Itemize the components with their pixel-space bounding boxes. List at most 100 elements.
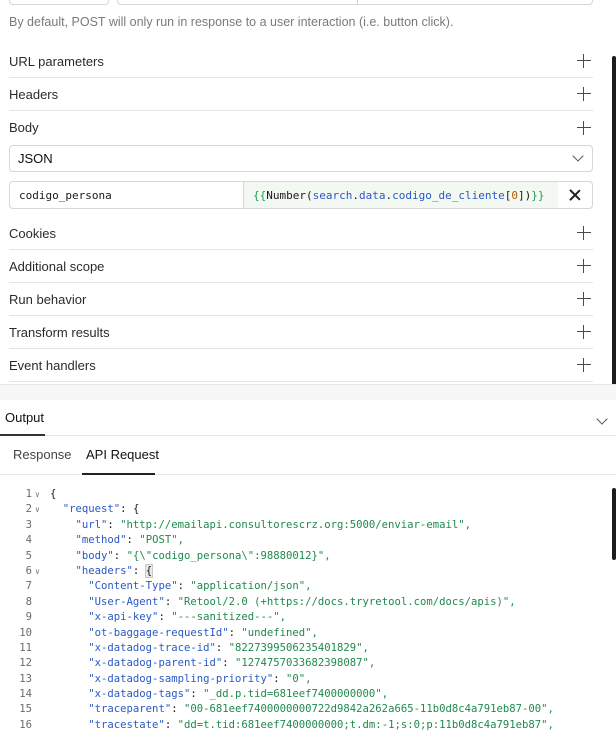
post-run-note: By default, POST will only run in respon… bbox=[9, 15, 454, 29]
section-event-handlers[interactable]: Event handlers bbox=[9, 349, 593, 382]
output-tabs: Response API Request bbox=[0, 437, 616, 475]
output-tab-indicator bbox=[0, 434, 45, 436]
editor-scrollbar[interactable] bbox=[612, 56, 616, 392]
body-param-value[interactable]: {{ Number(search. data. codigo_de_cliente[… bbox=[244, 182, 558, 208]
body-type-select[interactable]: JSON bbox=[9, 145, 593, 172]
remove-param-button[interactable] bbox=[558, 182, 592, 208]
code-line: 3 "url": "http://emailapi.consultorescrz… bbox=[0, 518, 612, 533]
api-request-code: 1 ∨{2 ∨ "request": {3 "url": "http://email… bbox=[0, 487, 612, 733]
plus-icon[interactable] bbox=[577, 226, 591, 240]
chevron-down-icon bbox=[572, 150, 584, 162]
fold-chevron-icon[interactable]: ∨ bbox=[35, 502, 40, 517]
line-number: 6 bbox=[25, 564, 32, 577]
section-url-parameters[interactable]: URL parameters bbox=[9, 45, 593, 78]
section-label: Transform results bbox=[9, 324, 110, 340]
section-label: Event handlers bbox=[9, 357, 96, 373]
template-open: {{ bbox=[253, 188, 267, 202]
line-number: 1 bbox=[25, 488, 32, 500]
code-text: { bbox=[50, 488, 57, 500]
section-additional-scope[interactable]: Additional scope bbox=[9, 250, 593, 283]
resource-input[interactable] bbox=[117, 0, 357, 5]
template-prop: data bbox=[358, 188, 386, 202]
panel-divider[interactable] bbox=[0, 384, 616, 400]
section-label: Cookies bbox=[9, 225, 56, 241]
plus-icon[interactable] bbox=[577, 54, 591, 68]
code-line: 8 "User-Agent": "Retool/2.0 (+https://do… bbox=[0, 595, 612, 610]
code-line: 2 ∨ "request": { bbox=[0, 502, 612, 517]
section-label: Body bbox=[9, 120, 39, 135]
line-number: 4 bbox=[25, 534, 32, 547]
code-text: "x-datadog-parent-id": "1274757033682398… bbox=[88, 657, 376, 670]
line-number: 9 bbox=[25, 611, 32, 624]
line-number: 15 bbox=[19, 703, 32, 716]
output-header: Output bbox=[0, 400, 616, 436]
section-run-behavior[interactable]: Run behavior bbox=[9, 283, 593, 316]
line-number: 16 bbox=[19, 718, 32, 731]
section-transform-results[interactable]: Transform results bbox=[9, 316, 593, 349]
line-number: 10 bbox=[19, 626, 32, 639]
template-prop: codigo_de_cliente bbox=[392, 188, 505, 202]
output-scrollbar[interactable] bbox=[612, 488, 616, 560]
plus-icon[interactable] bbox=[577, 325, 591, 339]
section-label: Headers bbox=[9, 86, 59, 102]
code-text: "x-datadog-tags": "_dd.p.tid=681eef74000… bbox=[88, 688, 389, 701]
chevron-down-icon bbox=[596, 413, 608, 425]
line-number: 5 bbox=[25, 549, 32, 562]
template-bracket: [ bbox=[504, 188, 512, 202]
section-cookies[interactable]: Cookies bbox=[9, 217, 593, 250]
template-dot: . bbox=[385, 188, 393, 202]
template-close: }} bbox=[531, 188, 545, 202]
active-tab-indicator bbox=[82, 473, 155, 475]
code-line: 4 "method": "POST", bbox=[0, 533, 612, 548]
line-number: 2 bbox=[25, 503, 32, 516]
section-body[interactable]: Body bbox=[9, 111, 593, 144]
code-line: 15 "traceparent": "00-681eef740000000072… bbox=[0, 702, 612, 717]
code-line: 7 "Content-Type": "application/json", bbox=[0, 579, 612, 594]
fold-chevron-icon[interactable]: ∨ bbox=[35, 487, 40, 502]
code-line: 1 ∨ { bbox=[0, 487, 612, 502]
plus-icon[interactable] bbox=[577, 87, 591, 101]
code-line: 16 "tracestate": "dd=t.tid:681eef7400000… bbox=[0, 718, 612, 733]
line-number: 3 bbox=[25, 518, 32, 531]
tab-api-request[interactable]: API Request bbox=[86, 447, 159, 462]
method-select[interactable] bbox=[9, 0, 109, 5]
section-headers[interactable]: Headers bbox=[9, 78, 593, 111]
template-index: 0 bbox=[511, 188, 518, 202]
code-line: 10 "ot-baggage-requestId": "undefined", bbox=[0, 626, 612, 641]
url-input[interactable] bbox=[357, 0, 593, 5]
fold-chevron-icon[interactable]: ∨ bbox=[35, 564, 40, 579]
line-number: 8 bbox=[25, 595, 32, 608]
code-line: 6 ∨ "headers": { bbox=[0, 563, 612, 579]
body-param-row: codigo_persona {{ Number(search. data. cod… bbox=[9, 181, 593, 209]
code-text: "ot-baggage-requestId": "undefined", bbox=[88, 626, 318, 639]
output-title[interactable]: Output bbox=[5, 410, 44, 425]
plus-icon[interactable] bbox=[577, 259, 591, 273]
code-text: "traceparent": "00-681eef7400000000722d9… bbox=[88, 703, 554, 716]
code-text: "method": "POST", bbox=[75, 534, 184, 547]
tab-response[interactable]: Response bbox=[13, 447, 72, 462]
code-line: 13 "x-datadog-sampling-priority": "0", bbox=[0, 672, 612, 687]
line-number: 11 bbox=[19, 641, 32, 654]
body-param-key[interactable]: codigo_persona bbox=[10, 182, 244, 208]
code-text: "x-datadog-sampling-priority": "0", bbox=[88, 672, 312, 685]
code-text: "request": { bbox=[62, 503, 140, 516]
section-label: URL parameters bbox=[9, 53, 104, 69]
line-number: 13 bbox=[19, 672, 32, 685]
code-text: "Content-Type": "application/json", bbox=[88, 580, 312, 593]
collapse-output-button[interactable] bbox=[596, 411, 608, 426]
section-label: Additional scope bbox=[9, 258, 105, 274]
code-text: "url": "http://emailapi.consultorescrz.o… bbox=[75, 518, 471, 531]
body-type-value: JSON bbox=[18, 151, 53, 166]
line-number: 14 bbox=[19, 688, 32, 701]
template-bracket: ]) bbox=[517, 188, 532, 202]
close-icon bbox=[569, 189, 581, 201]
code-line: 5 "body": "{\"codigo_persona\":98880012}… bbox=[0, 549, 612, 564]
plus-icon[interactable] bbox=[577, 292, 591, 306]
plus-icon[interactable] bbox=[577, 358, 591, 372]
code-text: "body": "{\"codigo_persona\":98880012}", bbox=[75, 549, 331, 562]
plus-icon[interactable] bbox=[577, 120, 591, 135]
line-number: 7 bbox=[25, 580, 32, 593]
line-number: 12 bbox=[19, 657, 32, 670]
section-label: Run behavior bbox=[9, 291, 87, 307]
code-line: 9 "x-api-key": "---sanitized---", bbox=[0, 610, 612, 625]
